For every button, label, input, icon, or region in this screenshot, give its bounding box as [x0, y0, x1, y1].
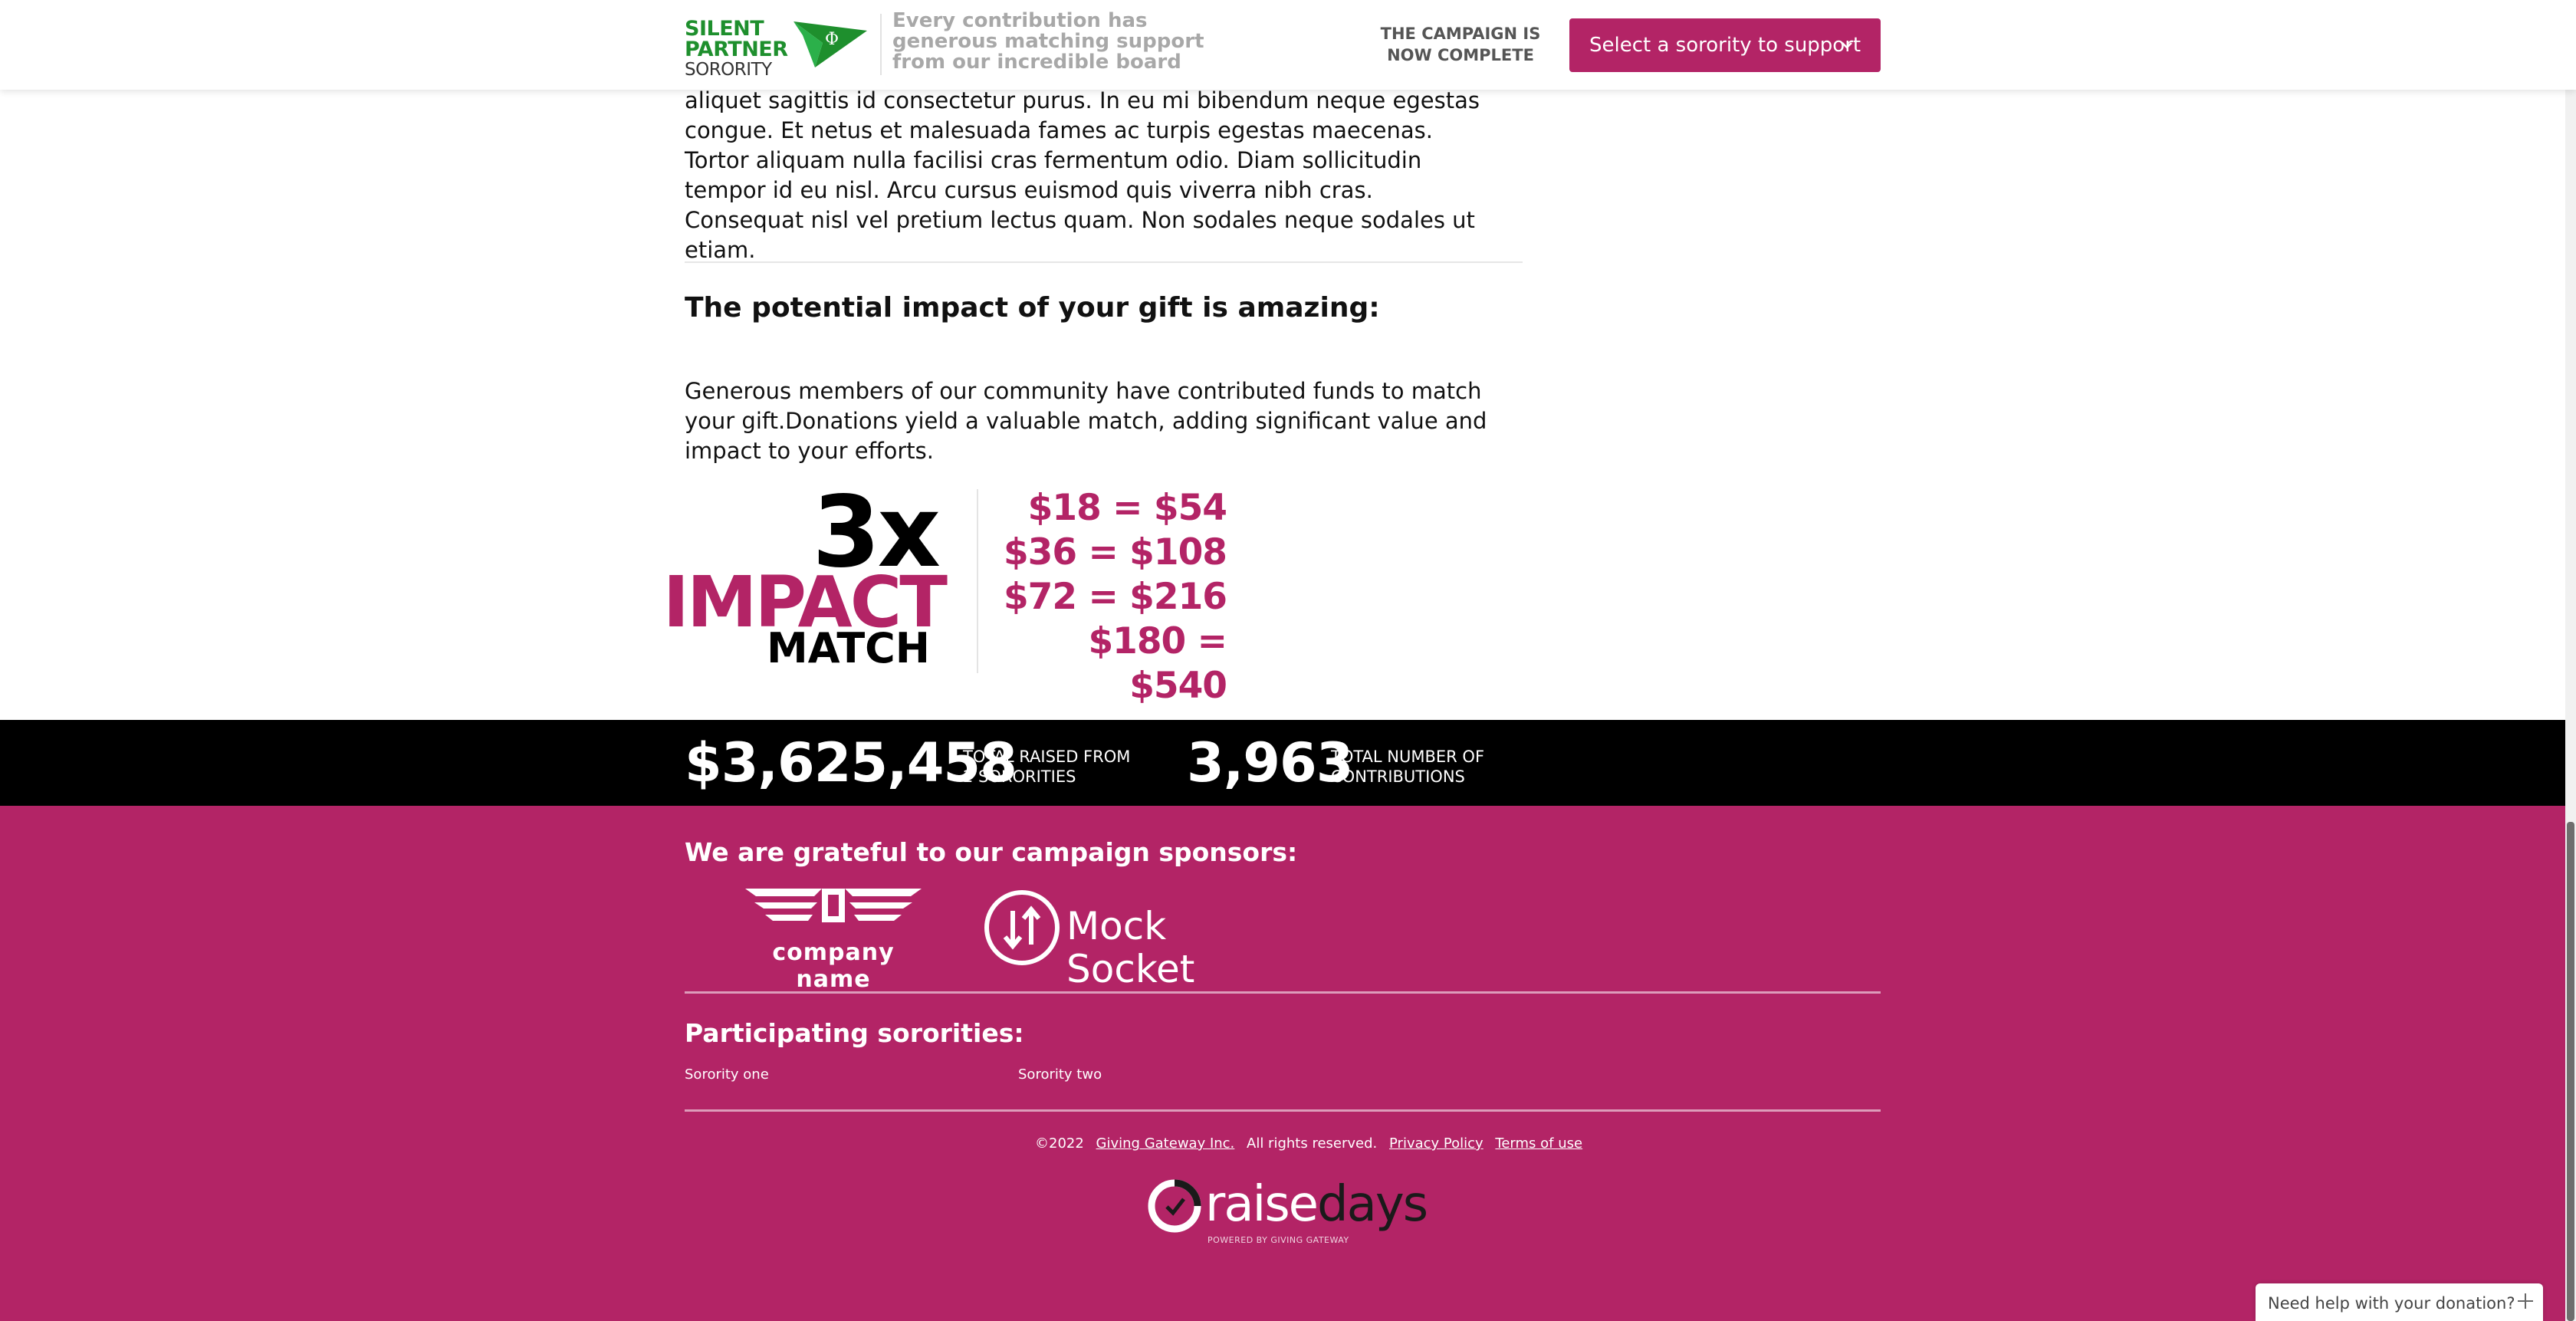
total-raised-label: TOTAL RAISED FROM 2 SORORITIES — [963, 747, 1130, 787]
total-raised-label-line-1: TOTAL RAISED FROM — [963, 748, 1131, 766]
raisedays-word-raise: raise — [1205, 1176, 1319, 1233]
sponsors-heading: We are grateful to our campaign sponsors… — [685, 837, 1298, 867]
match-example: $180 = $540 — [1088, 620, 1227, 707]
arrows-circle-icon — [984, 890, 1060, 965]
match-examples: $18 = $54 $36 = $108 $72 = $216 $180 = $… — [997, 486, 1227, 708]
header-tagline: Every contribution has generous matching… — [892, 9, 1204, 74]
intro-paragraph: aliquet sagittis id consectetur purus. I… — [685, 87, 1480, 263]
contributions-value: 3,963 — [1187, 731, 1353, 794]
logo-wordmark: SILENT PARTNER SORORITY — [685, 18, 788, 81]
logo-line-2: PARTNER — [685, 38, 788, 61]
campaign-status: THE CAMPAIGN IS NOW COMPLETE — [1380, 25, 1541, 64]
help-widget-label: Need help with your donation? — [2268, 1294, 2515, 1313]
total-raised-label-line-2: 2 SORORITIES — [963, 767, 1076, 786]
chevron-down-icon — [1842, 42, 1852, 49]
raisedays-tagline: POWERED BY GIVING GATEWAY — [1208, 1235, 1349, 1245]
svg-text:Φ: Φ — [825, 30, 839, 49]
section-divider — [685, 261, 1523, 263]
page: SILENT PARTNER SORORITY Φ Every contribu… — [0, 0, 2576, 1321]
silent-partner-sorority-logo[interactable]: SILENT PARTNER SORORITY Φ — [685, 17, 872, 80]
winged-logo-icon — [745, 889, 922, 922]
site-footer: We are grateful to our campaign sponsors… — [0, 806, 2565, 1321]
match-example: $72 = $216 — [1003, 576, 1227, 618]
select-sorority-button[interactable]: Select a sorority to support — [1569, 18, 1881, 72]
copyright: ©2022 — [1035, 1135, 1084, 1152]
contributions-label: TOTAL NUMBER OF CONTRIBUTIONS — [1331, 747, 1484, 787]
raisedays-word-days: days — [1317, 1176, 1428, 1233]
company-link[interactable]: Giving Gateway Inc. — [1096, 1135, 1235, 1152]
match-example: $18 = $54 — [1027, 487, 1227, 529]
flag-icon: Φ — [794, 21, 867, 67]
header-divider — [880, 14, 882, 75]
plus-icon[interactable] — [2515, 1291, 2535, 1311]
impact-match-graphic: 3x IMPACT MATCH — [663, 483, 948, 675]
raisedays-wordmark: raisedays — [1205, 1174, 1428, 1235]
rights-text: All rights reserved. — [1247, 1135, 1378, 1152]
participating-heading: Participating sororities: — [685, 1018, 1024, 1048]
raisedays-ring-icon — [1148, 1179, 1201, 1233]
sponsor-1-name: company name — [772, 939, 895, 993]
impact-description: Generous members of our community have c… — [685, 378, 1487, 464]
impact-divider — [977, 489, 978, 673]
sponsor-2-name: Mock Socket — [1066, 904, 1195, 991]
select-sorority-label: Select a sorority to support — [1589, 34, 1861, 57]
sponsor-company-name[interactable]: company name — [738, 882, 929, 993]
impact-heading: The potential impact of your gift is ama… — [685, 292, 1380, 324]
footer-divider — [685, 991, 1881, 994]
legal-line: ©2022 Giving Gateway Inc. All rights res… — [1035, 1135, 1590, 1152]
scrollbar-thumb[interactable] — [2567, 822, 2574, 1321]
sorority-link[interactable]: Sorority one — [685, 1066, 769, 1083]
logo-line-1: SILENT — [685, 17, 764, 41]
site-header: SILENT PARTNER SORORITY Φ Every contribu… — [0, 0, 2576, 90]
footer-divider — [685, 1109, 1881, 1112]
contributions-label-line-2: CONTRIBUTIONS — [1331, 767, 1465, 786]
stats-bar: $3,625,458 TOTAL RAISED FROM 2 SORORITIE… — [0, 720, 2565, 806]
raisedays-logo[interactable]: raisedays POWERED BY GIVING GATEWAY — [1146, 1174, 1428, 1250]
terms-of-use-link[interactable]: Terms of use — [1495, 1135, 1582, 1152]
contributions-label-line-1: TOTAL NUMBER OF — [1331, 748, 1485, 766]
logo-line-3: SORORITY — [685, 60, 772, 80]
sorority-link[interactable]: Sorority two — [1018, 1066, 1102, 1083]
help-widget[interactable]: Need help with your donation? — [2256, 1283, 2543, 1321]
sponsor-mock-socket[interactable]: Mock Socket — [982, 888, 1289, 991]
match-example: $36 = $108 — [1003, 531, 1227, 573]
match-word: MATCH — [767, 624, 930, 672]
privacy-policy-link[interactable]: Privacy Policy — [1389, 1135, 1484, 1152]
